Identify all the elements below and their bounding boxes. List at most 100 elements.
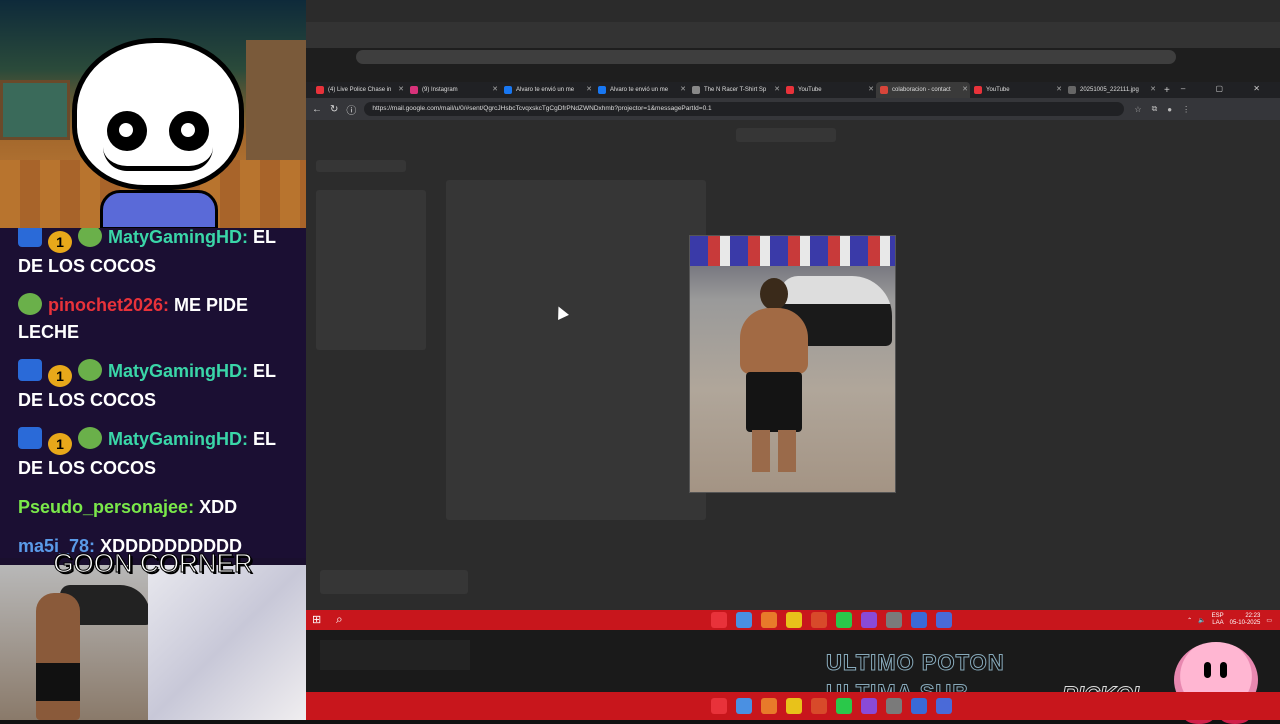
back-icon[interactable]: ← [312,104,322,115]
browser-tab[interactable]: Alvaro te envió un me ✕ [594,82,688,98]
dim-sidebar [316,190,426,350]
tab-label: (9) Instagram [422,87,458,93]
taskbar-app-icon[interactable] [861,612,877,628]
browser-tab[interactable]: (9) Instagram ✕ [406,82,500,98]
menu-kebab-icon[interactable]: ⋮ [1182,105,1190,114]
goon-corner-panel [0,565,306,720]
goon-photo-person [36,593,80,720]
sub-badge-icon [18,427,42,449]
room-window [0,80,70,140]
stream-overlay-left: 1 MatyGamingHD: EL DE LOS COCOS pinochet20… [0,0,306,720]
tab-favicon-icon [880,86,888,94]
chat-username[interactable]: MatyGamingHD: [108,228,248,247]
taskbar-app-icon[interactable] [886,698,902,714]
sub-badge-icon [18,228,42,247]
system-tray: ⌃ 🔈 ESP LAA 22:23 05-10-2025 ▭ [1187,613,1272,627]
browser-tab[interactable]: YouTube ✕ [782,82,876,98]
browser-tab[interactable]: colaboracion - contact ✕ [876,82,970,98]
avatar-eye-right [169,111,209,151]
taskbar-app-icon[interactable] [761,698,777,714]
taskbar-app-icon[interactable] [911,698,927,714]
url-field[interactable]: https://mail.google.com/mail/u/0/#sent/Q… [364,102,1125,116]
ultimo-poton-label: ULTIMO POTON [826,650,1005,676]
tab-favicon-icon [1068,86,1076,94]
windows-start-icon[interactable]: ⊞ [312,613,321,626]
browser-tab[interactable]: YouTube ✕ [970,82,1064,98]
kirby-eye-right [1220,662,1227,678]
goon-photo [0,565,150,720]
bookmark-star-icon[interactable]: ☆ [1134,105,1141,114]
ghost-url [356,50,1176,64]
taskbar-app-icon[interactable] [811,612,827,628]
taskbar-app-icon[interactable] [886,612,902,628]
chat-username[interactable]: MatyGamingHD: [108,429,248,449]
browser-tab[interactable]: 20251005_222111.jpg ✕ [1064,82,1158,98]
tab-favicon-icon [410,86,418,94]
tab-label: The N Racer T-Shirt Sp [704,87,767,93]
photo-person [734,278,814,478]
image-preview-overlay [306,120,1280,610]
taskbar-app-icon[interactable] [736,612,752,628]
photo-banner [690,236,895,266]
taskbar-app-icon[interactable] [836,612,852,628]
photo-person-legs [752,430,796,472]
volume-icon[interactable]: 🔈 [1198,617,1205,624]
tab-close-icon[interactable]: ✕ [680,85,686,93]
preview-image[interactable] [689,235,896,493]
taskbar-app-icon[interactable] [736,698,752,714]
taskbar-app-icon[interactable] [836,698,852,714]
profile-avatar[interactable]: ● [1167,105,1172,114]
taskbar-app-icon[interactable] [711,612,727,628]
tab-favicon-icon [316,86,324,94]
browser-tab[interactable]: Alvaro te envió un me ✕ [500,82,594,98]
site-info-icon[interactable]: ⓘ [346,102,356,117]
taskbar-app-icon[interactable] [786,698,802,714]
chat-username[interactable]: MatyGamingHD: [108,361,248,381]
dim-email-thread [446,180,706,520]
taskbar-app-icon[interactable] [786,612,802,628]
taskbar-app-icon[interactable] [861,698,877,714]
new-tab-button[interactable]: + [1164,85,1170,96]
tab-close-icon[interactable]: ✕ [962,85,968,93]
tab-close-icon[interactable]: ✕ [492,85,498,93]
tab-favicon-icon [692,86,700,94]
taskbar-app-icon[interactable] [911,612,927,628]
chat-message: 1 MatyGamingHD: EL DE LOS COCOS [18,228,294,280]
taskbar-app-icon[interactable] [811,698,827,714]
tab-favicon-icon [598,86,606,94]
extensions-icon[interactable]: ⧉ [1152,104,1158,114]
tab-close-icon[interactable]: ✕ [774,85,780,93]
browser-tab[interactable]: The N Racer T-Shirt Sp ✕ [688,82,782,98]
dim-open-with [736,128,836,142]
chat-message: 1 MatyGamingHD: EL DE LOS COCOS [18,426,294,482]
taskbar-app-icon[interactable] [761,612,777,628]
taskbar-app-icon[interactable] [936,612,952,628]
photo-person-torso [740,308,808,374]
notifications-icon[interactable]: ▭ [1266,617,1272,624]
room-wall [246,40,306,160]
window-controls[interactable]: – ▢ ✕ [1181,84,1274,93]
language-indicator[interactable]: ESP LAA [1212,613,1224,627]
tab-close-icon[interactable]: ✕ [1056,85,1062,93]
tray-arrow-icon[interactable]: ⌃ [1187,617,1192,624]
tab-close-icon[interactable]: ✕ [586,85,592,93]
clock[interactable]: 22:23 05-10-2025 [1230,613,1261,627]
taskbar-app-icon[interactable] [711,698,727,714]
tab-close-icon[interactable]: ✕ [1150,85,1156,93]
dim-compose-button [316,160,406,172]
chat-username[interactable]: pinochet2026: [48,295,169,315]
tab-close-icon[interactable]: ✕ [398,85,404,93]
tier-one-badge-icon: 1 [48,365,72,387]
taskbar-app-icon[interactable] [936,698,952,714]
chat-message: pinochet2026: ME PIDE LECHE [18,292,294,346]
reload-icon[interactable]: ↻ [330,104,338,115]
photo-person-head [760,278,788,310]
chat-username[interactable]: Pseudo_personajee: [18,497,194,517]
frog-emote-icon [18,293,42,315]
lang-label: ESP [1211,613,1224,619]
browser-tabstrip: (4) Live Police Chase in ✕ (9) Instagram ✕ A… [306,82,1280,98]
lang-label-2: LAA [1212,620,1224,626]
tab-close-icon[interactable]: ✕ [868,85,874,93]
search-icon[interactable]: ⌕ [336,612,343,627]
browser-tab[interactable]: (4) Live Police Chase in ✕ [312,82,406,98]
